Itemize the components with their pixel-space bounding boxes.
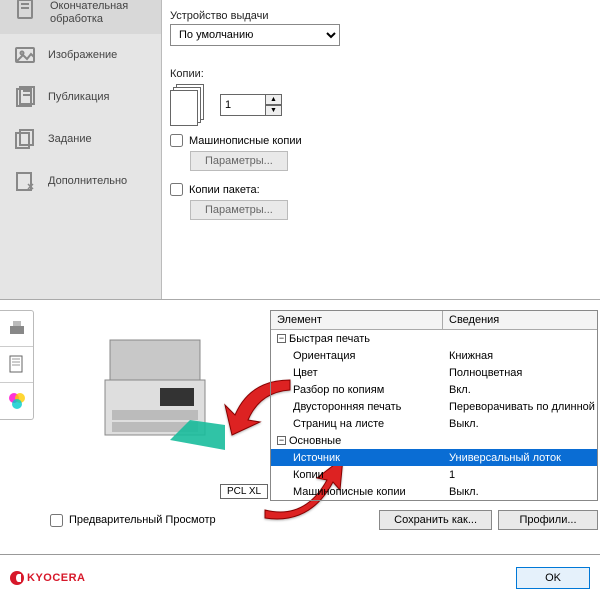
task-icon <box>14 128 36 150</box>
params-btn-2[interactable]: Параметры... <box>190 200 288 220</box>
table-row[interactable]: Копии1 <box>271 466 597 483</box>
table-row[interactable]: ОриентацияКнижная <box>271 347 597 364</box>
table-row[interactable]: Двусторонняя печатьПереворачивать по дли… <box>271 398 597 415</box>
minitab-printer[interactable] <box>0 311 33 347</box>
minitab-page[interactable] <box>0 347 33 383</box>
group-quick[interactable]: −Быстрая печать <box>271 330 597 347</box>
preview-check[interactable] <box>50 514 63 527</box>
group-basic[interactable]: −Основные <box>271 432 597 449</box>
profiles-button[interactable]: Профили... <box>498 510 598 530</box>
property-table: Элемент Сведения −Быстрая печать Ориента… <box>270 310 598 501</box>
image-icon <box>14 44 36 66</box>
tab-additional[interactable]: Дополнительно <box>0 160 161 202</box>
batch-copies-check[interactable] <box>170 183 183 196</box>
tab-label: Задание <box>48 133 92 145</box>
table-row[interactable]: Разбор по копиямВкл. <box>271 381 597 398</box>
tab-image[interactable]: Изображение <box>0 34 161 76</box>
finishing-icon <box>14 0 36 20</box>
spin-up[interactable]: ▲ <box>266 94 282 105</box>
col-element: Элемент <box>271 311 443 329</box>
pages-icon <box>170 84 206 126</box>
tab-label: Дополнительно <box>48 175 127 187</box>
ok-button[interactable]: OK <box>516 567 590 589</box>
spin-down[interactable]: ▼ <box>266 105 282 116</box>
minitab-color[interactable] <box>0 383 33 419</box>
publish-icon <box>14 86 36 108</box>
table-row[interactable]: ЦветПолноцветная <box>271 364 597 381</box>
table-row-selected[interactable]: ИсточникУниверсальный лоток <box>271 449 597 466</box>
typed-copies-check[interactable] <box>170 134 183 147</box>
typed-copies-label: Машинописные копии <box>189 135 302 147</box>
brand-logo: KYOCERA <box>10 571 86 585</box>
table-row[interactable]: Машинописные копииВыкл. <box>271 483 597 500</box>
additional-icon <box>14 170 36 192</box>
output-device-select[interactable]: По умолчанию <box>170 24 340 46</box>
tab-publish[interactable]: Публикация <box>0 76 161 118</box>
copies-input[interactable] <box>220 94 266 116</box>
pcl-badge: PCL XL <box>220 484 268 499</box>
batch-copies-label: Копии пакета: <box>189 184 260 196</box>
params-btn-1[interactable]: Параметры... <box>190 151 288 171</box>
output-device-label: Устройство выдачи <box>170 10 592 22</box>
tab-label: Публикация <box>48 91 109 103</box>
tab-label: Окончательная обработка <box>50 0 128 26</box>
copies-stepper[interactable]: ▲▼ <box>220 94 282 116</box>
preview-check-label: Предварительный Просмотр <box>69 514 216 526</box>
table-row[interactable]: Страниц на листеВыкл. <box>271 415 597 432</box>
left-tabs: Окончательная обработка Изображение Публ… <box>0 0 162 299</box>
col-info: Сведения <box>443 311 505 329</box>
copies-label: Копии: <box>170 68 592 80</box>
tab-finishing[interactable]: Окончательная обработка <box>0 0 161 34</box>
side-mini-tabs <box>0 310 34 420</box>
tab-label: Изображение <box>48 49 117 61</box>
tab-task[interactable]: Задание <box>0 118 161 160</box>
save-as-button[interactable]: Сохранить как... <box>379 510 492 530</box>
